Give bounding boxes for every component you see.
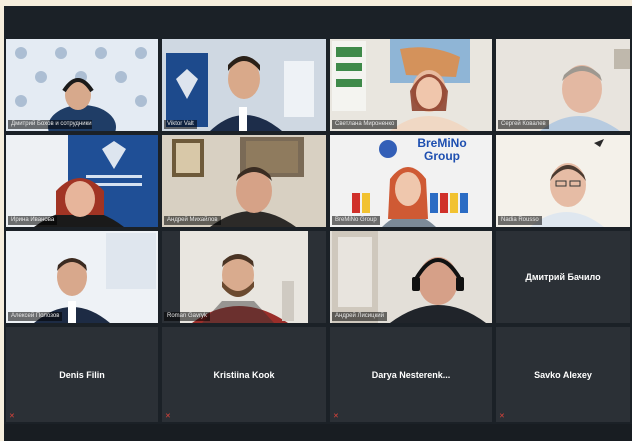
participant-tile[interactable]: Андрей Лисицкий <box>330 231 492 323</box>
muted-mic-icon: ✕ <box>165 412 171 420</box>
participant-video <box>496 135 630 227</box>
participant-name-tag: Светлана Мироненко <box>332 120 398 129</box>
muted-mic-icon: ✕ <box>9 412 15 420</box>
participant-tile-no-video[interactable]: Denis Filin ✕ <box>6 327 158 422</box>
participant-grid: Дмитрий Бохов и сотрудники Viktor Valt С… <box>4 39 632 424</box>
participant-name-tag: Алексей Полозов <box>8 312 63 321</box>
participant-name: Savko Alexey <box>534 369 592 380</box>
participant-video <box>6 39 158 131</box>
participant-video <box>162 39 326 131</box>
participant-tile-no-video[interactable]: Kristiina Kook ✕ <box>162 327 326 422</box>
participant-tile[interactable]: Дмитрий Бохов и сотрудники <box>6 39 158 131</box>
participant-video <box>496 39 630 131</box>
participant-name-tag: Roman Gavryk <box>164 312 211 321</box>
participant-tile[interactable]: Roman Gavryk <box>162 231 326 323</box>
participant-video <box>6 231 158 323</box>
banner-line-2: Group <box>424 149 460 163</box>
participant-name-tag: Андрей Михайлов <box>164 216 221 225</box>
company-banner: BreMiNo Group <box>400 137 484 163</box>
participant-name-tag: BreMiNo Group <box>332 216 380 225</box>
participant-tile-no-video[interactable]: Дмитрий Бачило <box>496 231 630 323</box>
muted-mic-icon: ✕ <box>333 412 339 420</box>
participant-name-tag: Дмитрий Бохов и сотрудники <box>8 120 92 129</box>
bottom-toolbar <box>4 424 632 441</box>
participant-name: Denis Filin <box>59 369 105 380</box>
participant-video <box>162 231 326 323</box>
participant-video <box>330 231 492 323</box>
participant-name: Дмитрий Бачило <box>525 272 601 282</box>
participant-tile-active-speaker[interactable]: Viktor Valt <box>162 39 326 131</box>
participant-tile-no-video[interactable]: Savko Alexey ✕ <box>496 327 630 422</box>
participant-tile-no-video[interactable]: Darya Nesterenk... ✕ <box>330 327 492 422</box>
participant-video <box>6 135 158 227</box>
participant-tile[interactable]: BreMiNo Group BreMiNo Group <box>330 135 492 227</box>
participant-tile[interactable]: Сергей Ковалев <box>496 39 630 131</box>
participant-tile[interactable]: Алексей Полозов <box>6 231 158 323</box>
participant-name: Darya Nesterenk... <box>371 369 451 380</box>
video-conference-window: Дмитрий Бохов и сотрудники Viktor Valt С… <box>4 6 632 441</box>
participant-name: Kristiina Kook <box>213 369 275 380</box>
participant-tile[interactable]: Ирина Иванова <box>6 135 158 227</box>
participant-tile[interactable]: Светлана Мироненко <box>330 39 492 131</box>
participant-tile[interactable]: Nadia Rousso <box>496 135 630 227</box>
top-bar <box>4 6 632 36</box>
participant-name-tag: Nadia Rousso <box>498 216 542 225</box>
participant-name-tag: Viktor Valt <box>164 120 197 129</box>
participant-tile[interactable]: Андрей Михайлов <box>162 135 326 227</box>
muted-mic-icon: ✕ <box>499 412 505 420</box>
participant-name-tag: Сергей Ковалев <box>498 120 549 129</box>
participant-name-tag: Андрей Лисицкий <box>332 312 387 321</box>
participant-video <box>330 39 492 131</box>
participant-name-tag: Ирина Иванова <box>8 216 58 225</box>
participant-video <box>162 135 326 227</box>
